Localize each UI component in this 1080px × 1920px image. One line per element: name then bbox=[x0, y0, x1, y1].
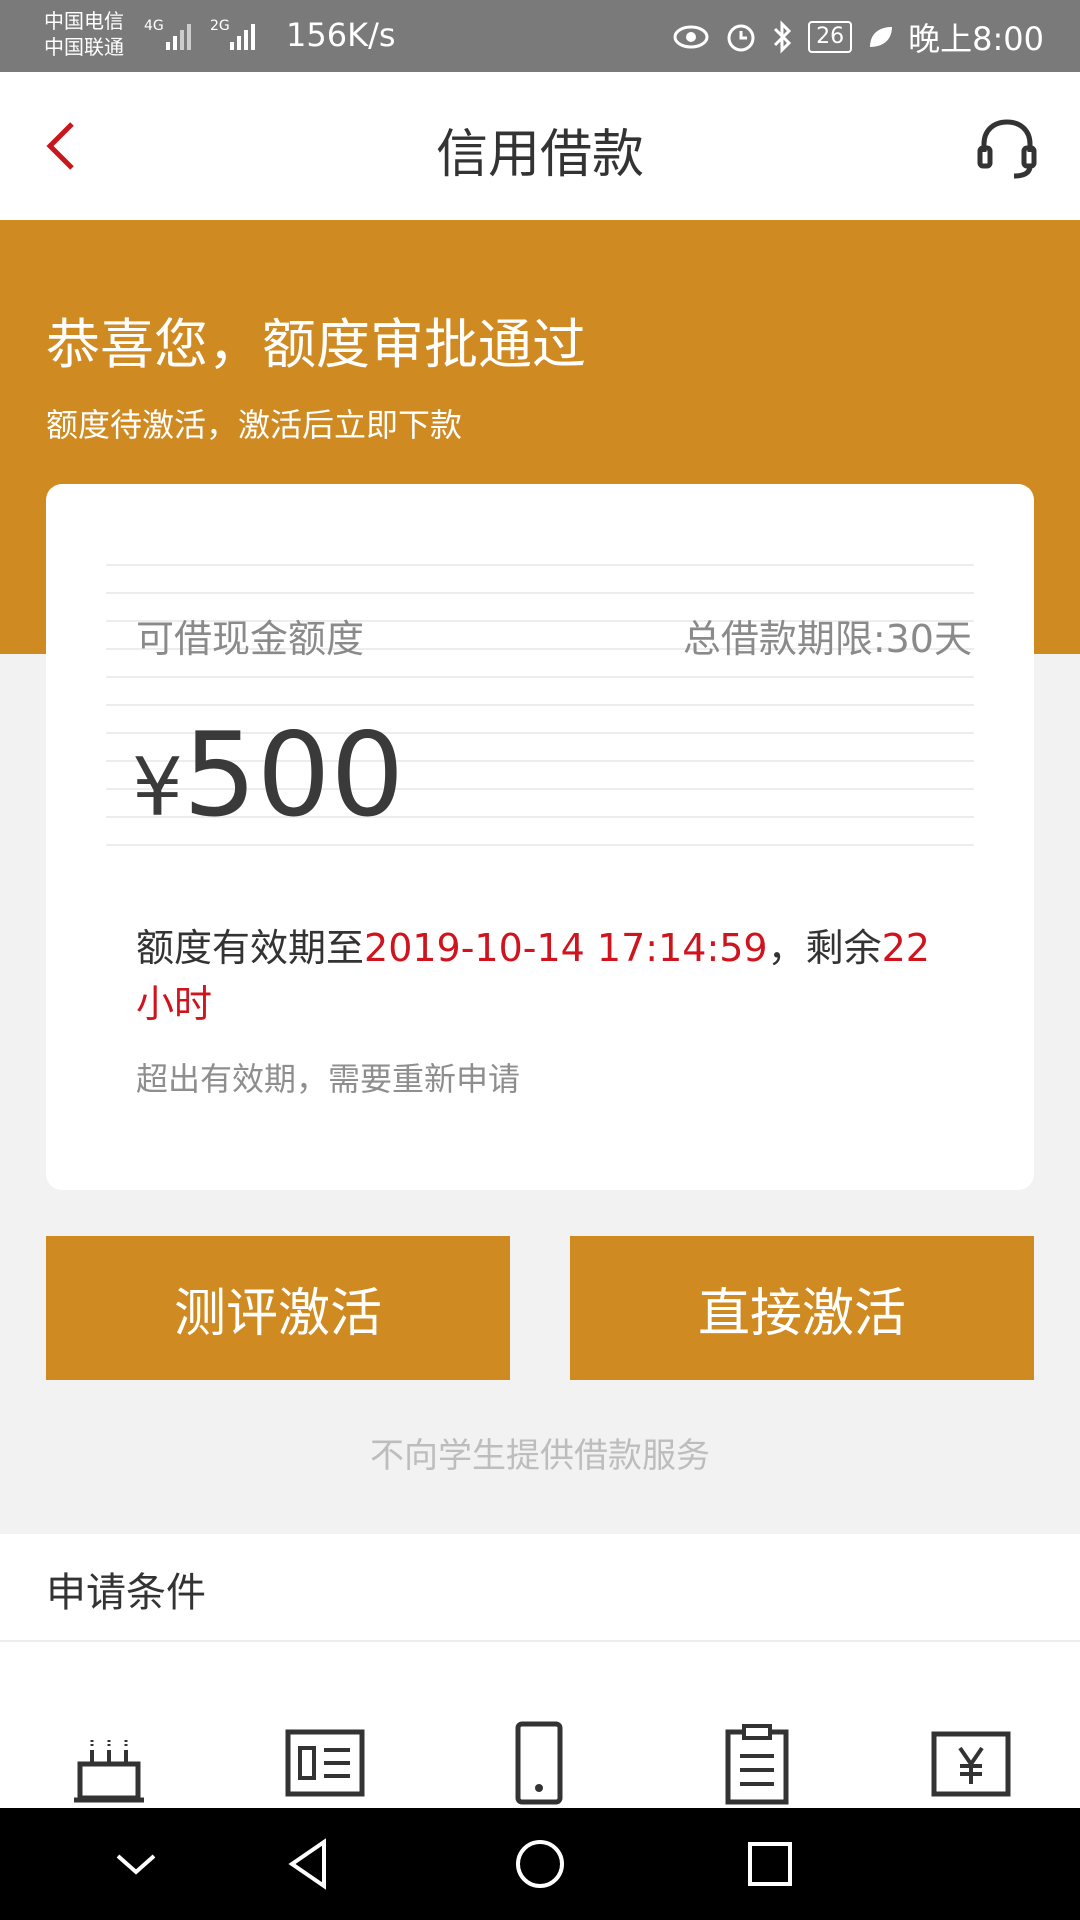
validity-prefix: 额度有效期至 bbox=[136, 926, 365, 970]
page-title: 信用借款 bbox=[435, 125, 644, 185]
evaluate-activate-button[interactable]: 测评激活 bbox=[46, 1236, 510, 1380]
conditions-title: 申请条件 bbox=[46, 1570, 206, 1616]
status-bar: 中国电信 中国联通 4G 2G 156K/s 26 晚上8:00 bbox=[0, 0, 1080, 72]
credit-card-panel: 可借现金额度 总借款期限:30天 ¥500 额度有效期至2019-10-14 1… bbox=[46, 484, 1034, 1190]
carrier-info: 中国电信 中国联通 bbox=[44, 8, 124, 60]
loan-term-label: 总借款期限:30天 bbox=[682, 617, 972, 661]
student-disclaimer: 不向学生提供借款服务 bbox=[370, 1436, 710, 1476]
phone-icon bbox=[515, 1721, 563, 1805]
home-circle-icon[interactable] bbox=[512, 1836, 568, 1892]
validity-datetime: 2019-10-14 17:14:59 bbox=[364, 926, 768, 970]
bluetooth-icon bbox=[774, 20, 792, 54]
app-header: 信用借款 bbox=[0, 72, 1080, 220]
cake-icon bbox=[74, 1740, 144, 1803]
back-triangle-icon[interactable] bbox=[282, 1836, 338, 1892]
currency-symbol: ¥ bbox=[132, 741, 183, 834]
alarm-icon bbox=[727, 24, 755, 52]
eye-icon bbox=[673, 25, 709, 49]
approval-title: 恭喜您，额度审批通过 bbox=[46, 313, 586, 376]
carrier-2: 中国联通 bbox=[44, 35, 124, 59]
system-nav-bar bbox=[0, 1808, 1080, 1920]
signal-bars-icon bbox=[166, 24, 191, 50]
yen-bill-icon bbox=[931, 1731, 1011, 1797]
network-speed: 156K/s bbox=[286, 16, 396, 54]
credit-amount: ¥500 bbox=[132, 708, 404, 843]
application-conditions: 申请条件 bbox=[0, 1534, 1080, 1808]
approval-subtitle: 额度待激活，激活后立即下款 bbox=[46, 406, 463, 444]
signal-2g-icon: 2G bbox=[210, 18, 230, 34]
divider bbox=[0, 1640, 1080, 1642]
clipboard-icon bbox=[725, 1724, 789, 1805]
customer-service-icon[interactable] bbox=[974, 116, 1040, 182]
carrier-1: 中国电信 bbox=[44, 9, 124, 33]
amount-value: 500 bbox=[182, 708, 405, 843]
validity-text: 额度有效期至2019-10-14 17:14:59，剩余22小时 bbox=[136, 920, 956, 1032]
clock: 晚上8:00 bbox=[908, 20, 1044, 58]
direct-activate-button[interactable]: 直接激活 bbox=[570, 1236, 1034, 1380]
expiry-note: 超出有效期，需要重新申请 bbox=[136, 1060, 521, 1098]
collapse-icon[interactable] bbox=[108, 1836, 164, 1892]
available-cash-label: 可借现金额度 bbox=[136, 617, 365, 661]
leaf-icon bbox=[870, 27, 893, 47]
conditions-icons bbox=[0, 1720, 1080, 1810]
recents-square-icon[interactable] bbox=[742, 1836, 798, 1892]
signal-bars-2-icon bbox=[230, 24, 255, 50]
id-card-icon bbox=[285, 1729, 365, 1797]
signal-4g-icon: 4G bbox=[144, 18, 164, 34]
battery-level: 26 bbox=[808, 21, 853, 53]
validity-middle: ，剩余 bbox=[767, 926, 882, 970]
status-right: 26 晚上8:00 bbox=[672, 14, 1044, 60]
